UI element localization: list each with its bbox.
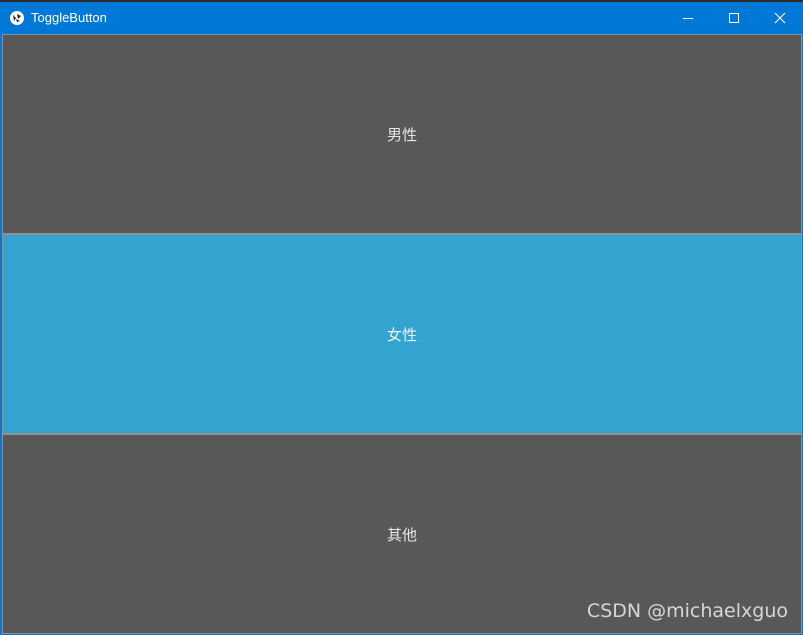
watermark-text: CSDN @michaelxguo bbox=[586, 600, 788, 622]
kivy-logo-icon bbox=[10, 11, 24, 25]
toggle-button-male[interactable]: 男性 bbox=[2, 34, 802, 234]
maximize-icon bbox=[729, 13, 739, 23]
close-icon bbox=[774, 12, 786, 24]
window-title: ToggleButton bbox=[31, 10, 107, 25]
toggle-label-male: 男性 bbox=[386, 125, 417, 144]
client-area: 男性 女性 其他 CSDN @michaelxguo bbox=[2, 34, 802, 634]
toggle-label-female: 女性 bbox=[386, 325, 417, 344]
close-button[interactable] bbox=[757, 2, 803, 34]
title-bar[interactable]: ToggleButton bbox=[0, 2, 803, 34]
minimize-icon bbox=[683, 18, 693, 19]
maximize-button[interactable] bbox=[711, 2, 757, 34]
toggle-label-other: 其他 bbox=[386, 525, 417, 544]
minimize-button[interactable] bbox=[665, 2, 711, 34]
app-window: ToggleButton 男性 女性 其他 CSDN @michaelxguo bbox=[0, 2, 803, 635]
toggle-button-female[interactable]: 女性 bbox=[2, 234, 802, 434]
